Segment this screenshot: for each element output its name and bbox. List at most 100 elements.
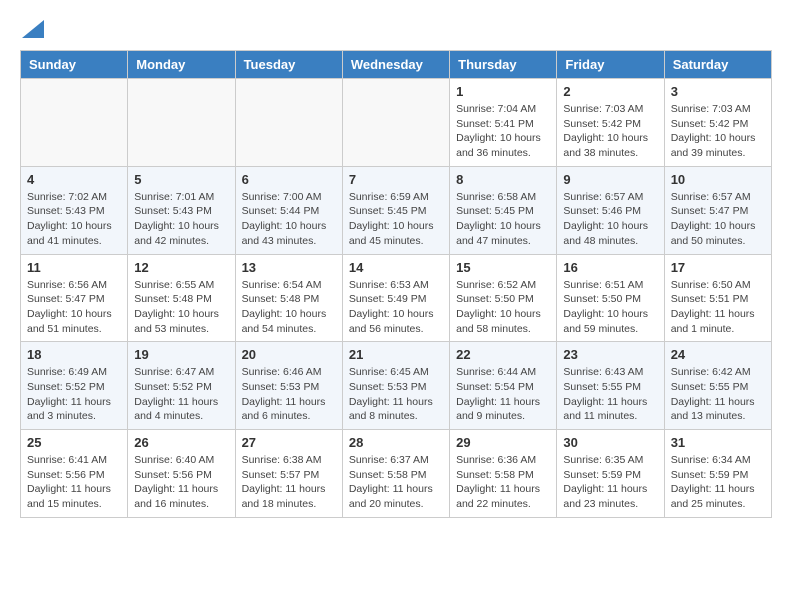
day-detail: Sunrise: 7:04 AMSunset: 5:41 PMDaylight:… bbox=[456, 102, 550, 161]
day-detail: Sunrise: 6:50 AMSunset: 5:51 PMDaylight:… bbox=[671, 278, 765, 337]
calendar-cell: 27 Sunrise: 6:38 AMSunset: 5:57 PMDayligh… bbox=[235, 430, 342, 518]
calendar-cell bbox=[342, 79, 449, 167]
day-number: 16 bbox=[563, 260, 657, 275]
day-detail: Sunrise: 6:34 AMSunset: 5:59 PMDaylight:… bbox=[671, 453, 765, 512]
weekday-header: Monday bbox=[128, 51, 235, 79]
day-detail: Sunrise: 7:01 AMSunset: 5:43 PMDaylight:… bbox=[134, 190, 228, 249]
calendar-cell: 29Sunrise: 6:36 AMSunset: 5:58 PMDayligh… bbox=[450, 430, 557, 518]
day-number: 18 bbox=[27, 347, 121, 362]
day-number: 25 bbox=[27, 435, 121, 450]
day-number: 30 bbox=[563, 435, 657, 450]
calendar-cell: 28 Sunrise: 6:37 AMSunset: 5:58 PMDayligh… bbox=[342, 430, 449, 518]
calendar-cell: 25 Sunrise: 6:41 AMSunset: 5:56 PMDayligh… bbox=[21, 430, 128, 518]
day-number: 4 bbox=[27, 172, 121, 187]
calendar-cell bbox=[128, 79, 235, 167]
day-detail: Sunrise: 7:03 AMSunset: 5:42 PMDaylight:… bbox=[563, 102, 657, 161]
calendar-cell: 2Sunrise: 7:03 AMSunset: 5:42 PMDaylight… bbox=[557, 79, 664, 167]
day-number: 29 bbox=[456, 435, 550, 450]
day-detail: Sunrise: 6:38 AMSunset: 5:57 PMDaylight:… bbox=[242, 453, 336, 512]
day-number: 20 bbox=[242, 347, 336, 362]
calendar-cell: 15 Sunrise: 6:52 AMSunset: 5:50 PMDayligh… bbox=[450, 254, 557, 342]
day-number: 17 bbox=[671, 260, 765, 275]
day-detail: Sunrise: 6:57 AMSunset: 5:47 PMDaylight:… bbox=[671, 190, 765, 249]
day-detail: Sunrise: 7:03 AMSunset: 5:42 PMDaylight:… bbox=[671, 102, 765, 161]
day-detail: Sunrise: 6:44 AMSunset: 5:54 PMDaylight:… bbox=[456, 365, 550, 424]
calendar-cell: 13Sunrise: 6:54 AMSunset: 5:48 PMDayligh… bbox=[235, 254, 342, 342]
day-detail: Sunrise: 6:43 AMSunset: 5:55 PMDaylight:… bbox=[563, 365, 657, 424]
calendar-cell: 4 Sunrise: 7:02 AMSunset: 5:43 PMDaylight… bbox=[21, 166, 128, 254]
weekday-header: Thursday bbox=[450, 51, 557, 79]
day-detail: Sunrise: 6:35 AMSunset: 5:59 PMDaylight:… bbox=[563, 453, 657, 512]
day-number: 14 bbox=[349, 260, 443, 275]
calendar-cell: 31 Sunrise: 6:34 AMSunset: 5:59 PMDayligh… bbox=[664, 430, 771, 518]
calendar-cell: 10 Sunrise: 6:57 AMSunset: 5:47 PMDayligh… bbox=[664, 166, 771, 254]
day-number: 1 bbox=[456, 84, 550, 99]
day-number: 21 bbox=[349, 347, 443, 362]
weekday-header: Wednesday bbox=[342, 51, 449, 79]
day-detail: Sunrise: 7:02 AMSunset: 5:43 PMDaylight:… bbox=[27, 190, 121, 249]
day-number: 31 bbox=[671, 435, 765, 450]
day-detail: Sunrise: 6:46 AMSunset: 5:53 PMDaylight:… bbox=[242, 365, 336, 424]
day-number: 28 bbox=[349, 435, 443, 450]
weekday-header: Tuesday bbox=[235, 51, 342, 79]
calendar-week-row: 4 Sunrise: 7:02 AMSunset: 5:43 PMDaylight… bbox=[21, 166, 772, 254]
day-number: 7 bbox=[349, 172, 443, 187]
calendar-cell: 12Sunrise: 6:55 AMSunset: 5:48 PMDayligh… bbox=[128, 254, 235, 342]
day-detail: Sunrise: 6:53 AMSunset: 5:49 PMDaylight:… bbox=[349, 278, 443, 337]
calendar-cell: 17 Sunrise: 6:50 AMSunset: 5:51 PMDayligh… bbox=[664, 254, 771, 342]
day-detail: Sunrise: 6:59 AMSunset: 5:45 PMDaylight:… bbox=[349, 190, 443, 249]
calendar-cell: 3 Sunrise: 7:03 AMSunset: 5:42 PMDaylight… bbox=[664, 79, 771, 167]
day-number: 22 bbox=[456, 347, 550, 362]
day-detail: Sunrise: 6:57 AMSunset: 5:46 PMDaylight:… bbox=[563, 190, 657, 249]
calendar-cell: 6 Sunrise: 7:00 AMSunset: 5:44 PMDaylight… bbox=[235, 166, 342, 254]
day-number: 3 bbox=[671, 84, 765, 99]
day-number: 10 bbox=[671, 172, 765, 187]
calendar-week-row: 25 Sunrise: 6:41 AMSunset: 5:56 PMDayligh… bbox=[21, 430, 772, 518]
calendar-cell: 23 Sunrise: 6:43 AMSunset: 5:55 PMDayligh… bbox=[557, 342, 664, 430]
calendar-cell bbox=[235, 79, 342, 167]
day-detail: Sunrise: 6:52 AMSunset: 5:50 PMDaylight:… bbox=[456, 278, 550, 337]
day-detail: Sunrise: 6:51 AMSunset: 5:50 PMDaylight:… bbox=[563, 278, 657, 337]
day-number: 11 bbox=[27, 260, 121, 275]
day-number: 12 bbox=[134, 260, 228, 275]
day-number: 5 bbox=[134, 172, 228, 187]
calendar-cell: 21 Sunrise: 6:45 AMSunset: 5:53 PMDayligh… bbox=[342, 342, 449, 430]
day-detail: Sunrise: 6:42 AMSunset: 5:55 PMDaylight:… bbox=[671, 365, 765, 424]
day-detail: Sunrise: 6:40 AMSunset: 5:56 PMDaylight:… bbox=[134, 453, 228, 512]
calendar-cell: 9Sunrise: 6:57 AMSunset: 5:46 PMDaylight… bbox=[557, 166, 664, 254]
calendar-cell: 18 Sunrise: 6:49 AMSunset: 5:52 PMDayligh… bbox=[21, 342, 128, 430]
calendar-week-row: 1 Sunrise: 7:04 AMSunset: 5:41 PMDaylight… bbox=[21, 79, 772, 167]
day-number: 27 bbox=[242, 435, 336, 450]
day-number: 13 bbox=[242, 260, 336, 275]
page-header bbox=[20, 20, 772, 40]
day-number: 6 bbox=[242, 172, 336, 187]
day-number: 19 bbox=[134, 347, 228, 362]
calendar-cell: 24 Sunrise: 6:42 AMSunset: 5:55 PMDayligh… bbox=[664, 342, 771, 430]
weekday-header: Friday bbox=[557, 51, 664, 79]
day-detail: Sunrise: 6:37 AMSunset: 5:58 PMDaylight:… bbox=[349, 453, 443, 512]
calendar-cell: 30 Sunrise: 6:35 AMSunset: 5:59 PMDayligh… bbox=[557, 430, 664, 518]
calendar-cell: 8 Sunrise: 6:58 AMSunset: 5:45 PMDaylight… bbox=[450, 166, 557, 254]
logo-area bbox=[20, 20, 44, 40]
calendar-table: SundayMondayTuesdayWednesdayThursdayFrid… bbox=[20, 50, 772, 518]
day-number: 24 bbox=[671, 347, 765, 362]
day-number: 23 bbox=[563, 347, 657, 362]
day-detail: Sunrise: 6:58 AMSunset: 5:45 PMDaylight:… bbox=[456, 190, 550, 249]
day-detail: Sunrise: 6:41 AMSunset: 5:56 PMDaylight:… bbox=[27, 453, 121, 512]
day-detail: Sunrise: 7:00 AMSunset: 5:44 PMDaylight:… bbox=[242, 190, 336, 249]
logo-triangle-icon bbox=[22, 20, 44, 38]
calendar-cell: 11Sunrise: 6:56 AMSunset: 5:47 PMDayligh… bbox=[21, 254, 128, 342]
calendar-cell: 14 Sunrise: 6:53 AMSunset: 5:49 PMDayligh… bbox=[342, 254, 449, 342]
calendar-week-row: 11Sunrise: 6:56 AMSunset: 5:47 PMDayligh… bbox=[21, 254, 772, 342]
calendar-cell: 1 Sunrise: 7:04 AMSunset: 5:41 PMDaylight… bbox=[450, 79, 557, 167]
weekday-header: Saturday bbox=[664, 51, 771, 79]
weekday-header: Sunday bbox=[21, 51, 128, 79]
day-detail: Sunrise: 6:47 AMSunset: 5:52 PMDaylight:… bbox=[134, 365, 228, 424]
calendar-week-row: 18 Sunrise: 6:49 AMSunset: 5:52 PMDayligh… bbox=[21, 342, 772, 430]
day-number: 8 bbox=[456, 172, 550, 187]
calendar-cell: 20 Sunrise: 6:46 AMSunset: 5:53 PMDayligh… bbox=[235, 342, 342, 430]
calendar-cell: 5 Sunrise: 7:01 AMSunset: 5:43 PMDaylight… bbox=[128, 166, 235, 254]
day-number: 15 bbox=[456, 260, 550, 275]
day-detail: Sunrise: 6:49 AMSunset: 5:52 PMDaylight:… bbox=[27, 365, 121, 424]
day-detail: Sunrise: 6:45 AMSunset: 5:53 PMDaylight:… bbox=[349, 365, 443, 424]
